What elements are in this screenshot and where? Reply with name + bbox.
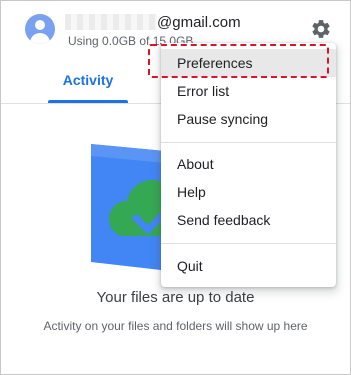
menu-item-error-list[interactable]: Error list [161,77,336,105]
menu-divider [161,243,336,244]
email-domain: @gmail.com [157,13,241,31]
menu-item-pause-syncing[interactable]: Pause syncing [161,105,336,133]
tab-activity[interactable]: Activity [48,57,128,103]
redacted-username [65,14,157,30]
drive-sync-window: @gmail.com Using 0.0GB of 15.0GB Activit… [0,0,351,375]
menu-item-send-feedback[interactable]: Send feedback [161,206,336,234]
menu-item-quit[interactable]: Quit [161,252,336,280]
menu-item-about[interactable]: About [161,150,336,178]
empty-state-title: Your files are up to date [96,289,255,306]
menu-item-help[interactable]: Help [161,178,336,206]
gear-icon[interactable] [306,14,336,44]
avatar-icon[interactable] [25,14,55,44]
menu-item-preferences[interactable]: Preferences [161,49,336,77]
active-tab-indicator [48,100,128,103]
empty-state-subtitle: Activity on your files and folders will … [43,319,308,333]
settings-menu: Preferences Error list Pause syncing Abo… [161,43,336,287]
account-email: @gmail.com [65,12,241,32]
menu-divider [161,142,336,143]
